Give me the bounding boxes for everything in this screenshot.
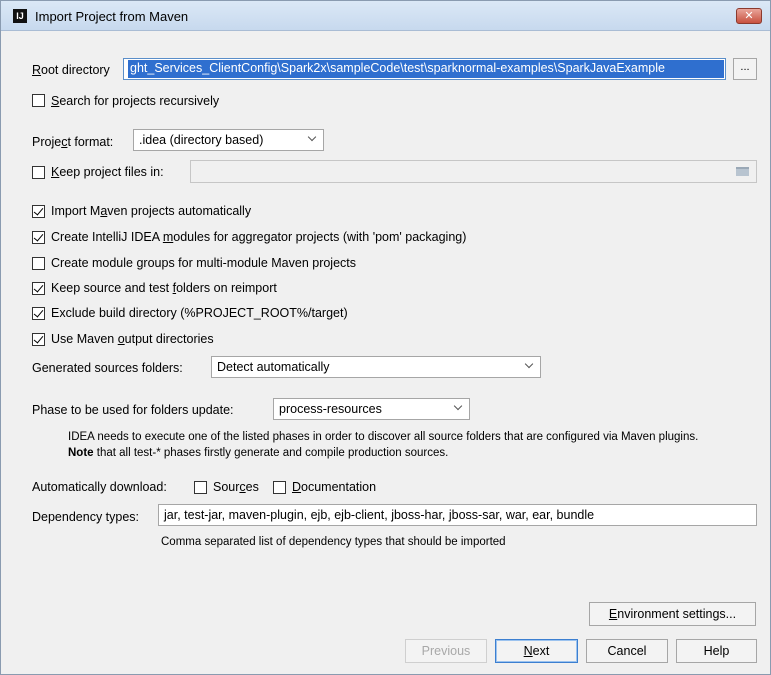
search-label-rest: earch for projects recursively	[59, 94, 220, 108]
next-button[interactable]: Next	[495, 639, 578, 663]
phase-label: Phase to be used for folders update:	[32, 403, 234, 417]
generated-sources-value: Detect automatically	[217, 360, 330, 374]
opt1-mnemonic: m	[162, 230, 174, 244]
folder-icon	[736, 167, 749, 176]
opt2-post: roups for multi-module Maven projects	[143, 256, 357, 270]
root-directory-value: ght_Services_ClientConfig\Spark2x\sample…	[128, 60, 724, 78]
exclude-build-directory-checkbox[interactable]	[32, 307, 45, 320]
intellij-app-icon: IJ	[13, 9, 27, 23]
opt5-pre: Use Maven	[51, 332, 118, 346]
window-title: Import Project from Maven	[35, 9, 189, 24]
project-format-label: Project format:	[32, 135, 113, 149]
import-automatically-checkbox[interactable]	[32, 205, 45, 218]
generated-sources-label: Generated sources folders:	[32, 361, 183, 375]
option-label: Import Maven projects automatically	[51, 204, 251, 218]
browse-root-button[interactable]: ...	[733, 58, 757, 80]
phase-hint-rest: that all test-* phases firstly generate …	[93, 447, 449, 459]
keep-project-files-label: Keep project files in:	[51, 165, 164, 179]
option-label: Create IntelliJ IDEA modules for aggrega…	[51, 230, 466, 244]
environment-settings-button[interactable]: Environment settings...	[589, 602, 756, 626]
option-label: Keep source and test folders on reimport	[51, 281, 277, 295]
pf-post: t format:	[67, 135, 114, 149]
opt1-post: odules for aggregator projects (with 'po…	[173, 230, 467, 244]
search-recursive-checkbox[interactable]	[32, 94, 45, 107]
opt0-pre: Import M	[51, 204, 101, 218]
opt1-pre: Create IntelliJ IDEA	[51, 230, 163, 244]
cancel-button[interactable]: Cancel	[586, 639, 668, 663]
close-icon: ✕	[744, 10, 754, 22]
help-button[interactable]: Help	[676, 639, 757, 663]
next-rest: ext	[532, 644, 550, 658]
search-recursive-label: Search for projects recursively	[51, 94, 219, 108]
create-aggregator-modules-checkbox[interactable]	[32, 231, 45, 244]
option-label: Create module groups for multi-module Ma…	[51, 256, 356, 270]
project-format-select[interactable]: .idea (directory based)	[133, 129, 324, 151]
opt0-post: ven projects automatically	[107, 204, 252, 218]
create-module-groups-checkbox[interactable]	[32, 257, 45, 270]
root-directory-input[interactable]: ght_Services_ClientConfig\Spark2x\sample…	[123, 58, 726, 80]
phase-hint-line2: Note that all test-* phases firstly gene…	[68, 447, 448, 459]
generated-sources-select[interactable]: Detect automatically	[211, 356, 541, 378]
chevron-down-icon	[524, 359, 534, 369]
phase-hint-note: Note	[68, 447, 94, 459]
close-button[interactable]: ✕	[736, 8, 762, 24]
chevron-down-icon	[307, 132, 317, 142]
chevron-down-icon	[453, 401, 463, 411]
download-documentation-label: Documentation	[292, 480, 376, 494]
dependency-types-input[interactable]: jar, test-jar, maven-plugin, ejb, ejb-cl…	[158, 504, 757, 526]
opt4-text: Exclude build directory (%PROJECT_ROOT%/…	[51, 306, 348, 320]
download-documentation-checkbox[interactable]	[273, 481, 286, 494]
pf-pre: Proje	[32, 135, 62, 149]
option-label: Exclude build directory (%PROJECT_ROOT%/…	[51, 306, 348, 320]
download-sources-checkbox[interactable]	[194, 481, 207, 494]
dependency-types-value: jar, test-jar, maven-plugin, ejb, ejb-cl…	[164, 508, 595, 522]
doc-mnemonic: D	[292, 480, 302, 494]
opt5-mnemonic: o	[117, 332, 125, 346]
keep-folders-on-reimport-checkbox[interactable]	[32, 282, 45, 295]
phase-value: process-resources	[279, 402, 382, 416]
env-mnemonic: E	[608, 607, 618, 621]
project-format-value: .idea (directory based)	[139, 133, 264, 147]
title-bar[interactable]: IJ Import Project from Maven ✕	[1, 1, 770, 31]
doc-post: ocumentation	[301, 480, 377, 494]
import-maven-dialog: IJ Import Project from Maven ✕ Root dire…	[0, 0, 771, 675]
use-maven-output-checkbox[interactable]	[32, 333, 45, 346]
keep-project-files-checkbox[interactable]	[32, 166, 45, 179]
download-sources-label: Sources	[213, 480, 259, 494]
root-directory-label: Root directory	[32, 63, 110, 77]
env-rest: nvironment settings...	[617, 607, 737, 621]
previous-button[interactable]: Previous	[405, 639, 487, 663]
project-files-path-input	[190, 160, 757, 183]
option-label: Use Maven output directories	[51, 332, 214, 346]
dependency-types-label: Dependency types:	[32, 510, 140, 524]
keep-label-rest: eep project files in:	[59, 165, 164, 179]
root-mnemonic: R	[32, 63, 42, 77]
dependency-types-hint: Comma separated list of dependency types…	[161, 536, 506, 548]
next-mnemonic: N	[523, 644, 533, 658]
root-label-rest: oot directory	[41, 63, 110, 77]
opt3-post: olders on reimport	[176, 281, 277, 295]
root-directory-text: ght_Services_ClientConfig\Spark2x\sample…	[130, 61, 665, 75]
auto-download-label: Automatically download:	[32, 480, 167, 494]
opt5-post: utput directories	[124, 332, 214, 346]
opt2-pre: Create module	[51, 256, 137, 270]
phase-select[interactable]: process-resources	[273, 398, 470, 420]
src-pre: Sour	[213, 480, 240, 494]
opt3-pre: Keep source and test	[51, 281, 173, 295]
phase-hint-line1: IDEA needs to execute one of the listed …	[68, 431, 699, 443]
src-post: es	[245, 480, 259, 494]
